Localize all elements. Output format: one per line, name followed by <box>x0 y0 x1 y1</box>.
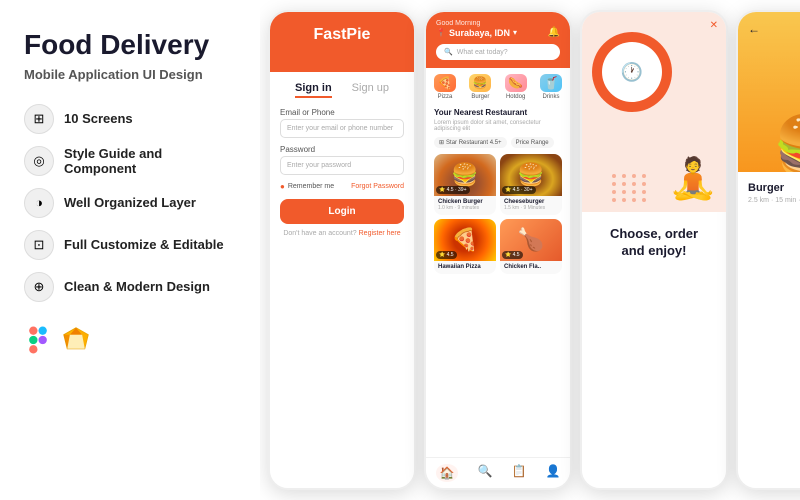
screens-icon: ⊞ <box>24 104 54 134</box>
food-detail-info: Burger 2.5 km · 15 min · ★ 4.8 <box>738 172 800 488</box>
person-illustration: 🧘 <box>668 155 718 202</box>
phone-login-header: FastPie <box>270 12 414 72</box>
food-name: Burger <box>748 182 800 194</box>
burger-image: 🍔 <box>773 111 800 172</box>
email-label: Email or Phone <box>280 108 404 117</box>
feature-item-design: ⊕ Clean & Modern Design <box>24 272 236 302</box>
nav-home[interactable]: 🏠 <box>436 464 459 482</box>
email-input[interactable]: Enter your email or phone number <box>280 119 404 138</box>
design-icon: ⊕ <box>24 272 54 302</box>
home-body: 🍕 Pizza 🍔 Burger 🌭 Hotdog 🥤 Drinks Your … <box>426 68 570 457</box>
search-box[interactable]: 🔍 What eat today? <box>436 44 560 60</box>
clock-circle: 🕐 <box>592 32 672 112</box>
layer-icon: ◑ <box>24 188 54 218</box>
cat-pizza[interactable]: 🍕 Pizza <box>434 74 456 100</box>
back-button[interactable]: ← <box>748 22 760 36</box>
phone-home: Good Morning 📍 Surabaya, IDN ▾ 🔔 🔍 What … <box>424 10 572 490</box>
clock-face: 🕐 <box>602 42 662 102</box>
food-card-3[interactable]: 🍗 ⭐ 4.5 Chicken Fla.. <box>500 219 562 274</box>
food-categories: 🍕 Pizza 🍔 Burger 🌭 Hotdog 🥤 Drinks <box>434 74 562 100</box>
search-icon: 🔍 <box>444 48 453 56</box>
rating-badge-0: ⭐ 4.5 · 39+ <box>436 186 470 194</box>
feature-label-screens: 10 Screens <box>64 111 133 126</box>
right-panel: FastPie Sign in Sign up Email or Phone E… <box>260 0 800 500</box>
nearest-title: Your Nearest Restaurant <box>434 108 562 117</box>
feature-item-customize: ⊡ Full Customize & Editable <box>24 230 236 260</box>
food-grid: 🍔 ⭐ 4.5 · 39+ Chicken Burger 1.0 km · 9 … <box>434 154 562 274</box>
food-card-2[interactable]: 🍕 ⭐ 4.5 Hawaiian Pizza <box>434 219 496 274</box>
tool-icons <box>24 326 236 354</box>
signup-tab[interactable]: Sign up <box>352 82 389 98</box>
feature-item-style: ◎ Style Guide and Component <box>24 146 236 176</box>
filter-price[interactable]: Price Range <box>511 137 554 148</box>
figma-icon <box>24 326 52 354</box>
cat-burger[interactable]: 🍔 Burger <box>469 74 491 100</box>
close-button[interactable]: ✕ <box>710 20 718 31</box>
remember-me-text: ● Remember me <box>280 182 334 191</box>
nav-profile[interactable]: 👤 <box>546 464 561 482</box>
nav-orders[interactable]: 📋 <box>512 464 527 482</box>
remember-row: ● Remember me Forgot Password <box>280 182 404 191</box>
feature-label-layer: Well Organized Layer <box>64 195 196 210</box>
rating-badge-1: ⭐ 4.5 · 30+ <box>502 186 536 194</box>
brand-name: FastPie <box>280 26 404 44</box>
nav-search[interactable]: 🔍 <box>478 464 493 482</box>
password-label: Password <box>280 145 404 154</box>
bottom-nav: 🏠 🔍 📋 👤 <box>426 457 570 488</box>
signin-tab[interactable]: Sign in <box>295 82 332 98</box>
sketch-icon <box>62 326 90 354</box>
feature-label-design: Clean & Modern Design <box>64 279 210 294</box>
auth-tabs: Sign in Sign up <box>280 82 404 98</box>
food-img-1: 🍔 ⭐ 4.5 · 30+ <box>500 154 562 196</box>
food-card-0[interactable]: 🍔 ⭐ 4.5 · 39+ Chicken Burger 1.0 km · 9 … <box>434 154 496 215</box>
promo-top: ✕ 🕐 🧘 <box>582 12 726 212</box>
filter-row: ⊞Star Restaurant 4.5+ Price Range <box>434 137 562 148</box>
food-card-1[interactable]: 🍔 ⭐ 4.5 · 30+ Cheeseburger 1.5 km · 9 Mi… <box>500 154 562 215</box>
location-text: Surabaya, IDN <box>449 28 510 38</box>
page-title: Food Delivery <box>24 30 236 61</box>
style-icon: ◎ <box>24 146 54 176</box>
feature-item-screens: ⊞ 10 Screens <box>24 104 236 134</box>
login-button[interactable]: Login <box>280 199 404 224</box>
phone-login-content: Sign in Sign up Email or Phone Enter you… <box>270 72 414 488</box>
password-input[interactable]: Enter your password <box>280 156 404 175</box>
feature-label-customize: Full Customize & Editable <box>64 237 224 252</box>
filter-star[interactable]: ⊞Star Restaurant 4.5+ <box>434 137 507 148</box>
food-detail: 2.5 km · 15 min · ★ 4.8 <box>748 196 800 204</box>
forgot-password-link[interactable]: Forgot Password <box>351 183 404 190</box>
page-subtitle: Mobile Application UI Design <box>24 67 236 82</box>
feature-list: ⊞ 10 Screens ◎ Style Guide and Component… <box>24 104 236 302</box>
greeting-text: Good Morning <box>436 20 560 27</box>
food-detail-image: ← ♡ 🍔 <box>738 12 800 172</box>
food-img-0: 🍔 ⭐ 4.5 · 39+ <box>434 154 496 196</box>
home-header: Good Morning 📍 Surabaya, IDN ▾ 🔔 🔍 What … <box>426 12 570 68</box>
nearest-sub: Lorem ipsum dolor sit amet, consectetur … <box>434 120 562 132</box>
rating-badge-2: ⭐ 4.5 <box>436 251 457 259</box>
left-panel: Food Delivery Mobile Application UI Desi… <box>0 0 260 500</box>
feature-label-style: Style Guide and Component <box>64 146 236 176</box>
register-text: Don't have an account? Register here <box>280 230 404 237</box>
feature-item-layer: ◑ Well Organized Layer <box>24 188 236 218</box>
register-link[interactable]: Register here <box>359 230 401 237</box>
phone-login: FastPie Sign in Sign up Email or Phone E… <box>268 10 416 490</box>
promo-heading: Choose, orderand enjoy! <box>592 226 716 260</box>
dots-pattern <box>612 174 648 202</box>
food-img-2: 🍕 ⭐ 4.5 <box>434 219 496 261</box>
location-row: 📍 Surabaya, IDN ▾ 🔔 <box>436 27 560 38</box>
customize-icon: ⊡ <box>24 230 54 260</box>
cat-drinks[interactable]: 🥤 Drinks <box>540 74 562 100</box>
food-img-3: 🍗 ⭐ 4.5 <box>500 219 562 261</box>
phone-promo: ✕ 🕐 🧘 Choose, orderand enjoy! <box>580 10 728 490</box>
cat-hotdog[interactable]: 🌭 Hotdog <box>505 74 527 100</box>
promo-bottom: Choose, orderand enjoy! <box>582 212 726 488</box>
rating-badge-3: ⭐ 4.5 <box>502 251 523 259</box>
phone-detail: ← ♡ 🍔 Burger 2.5 km · 15 min · ★ 4.8 <box>736 10 800 490</box>
